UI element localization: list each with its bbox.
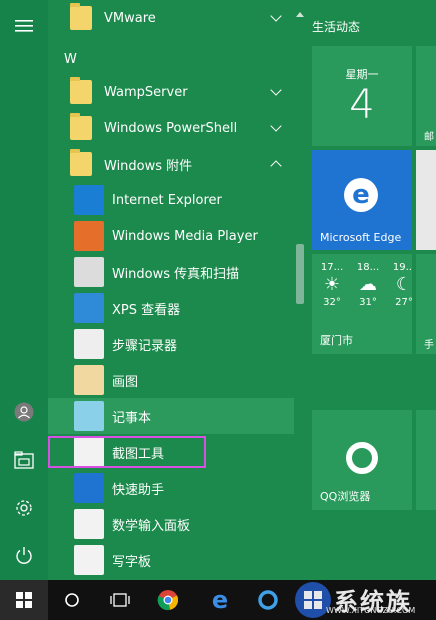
app-item-label: 快速助手 xyxy=(112,482,165,498)
partial-tile-2[interactable] xyxy=(416,410,436,510)
weather-date: 18... xyxy=(356,262,380,273)
weather-day: 17... ☀ 32° xyxy=(318,262,346,308)
app-list: VMware W WampServer Windows PowerShell W… xyxy=(48,0,300,580)
moon-icon: ☾ xyxy=(395,274,412,295)
start-button-icon[interactable] xyxy=(0,580,48,620)
edge-tile[interactable]: e Microsoft Edge xyxy=(312,150,412,250)
app-item-accessories[interactable]: Windows 附件 xyxy=(48,146,294,182)
app-item-label: 记事本 xyxy=(112,410,152,426)
section-letter-header[interactable]: W xyxy=(64,52,77,67)
app-item[interactable]: 数学输入面板 xyxy=(48,506,294,542)
weather-date: 17... xyxy=(320,262,344,273)
math-input-icon xyxy=(74,509,104,539)
weather-tile[interactable]: 17...☀ 32° 18...☁ 31° 19...☾ 27° 厦门市 xyxy=(312,254,412,354)
sun-icon: ☀ xyxy=(323,274,341,295)
calendar-tile[interactable]: 星期一 4 xyxy=(312,46,412,146)
quick-assist-icon xyxy=(74,473,104,503)
app-preview-tile[interactable] xyxy=(416,150,436,250)
app-item[interactable]: 快速助手 xyxy=(48,470,294,506)
xps-viewer-icon xyxy=(74,293,104,323)
weather-temp: 32° xyxy=(323,297,341,308)
steps-recorder-icon xyxy=(74,329,104,359)
task-view-icon[interactable] xyxy=(96,580,144,620)
folder-icon xyxy=(66,77,96,107)
notepad-icon xyxy=(74,401,104,431)
scroll-up-arrow-icon[interactable] xyxy=(296,4,304,17)
watermark-subtext: WWW.XITONGZU.COM xyxy=(326,606,416,615)
paint-icon xyxy=(74,365,104,395)
chrome-icon[interactable] xyxy=(144,580,192,620)
hamburger-menu-icon[interactable] xyxy=(0,4,48,48)
chevron-down-icon xyxy=(270,10,282,22)
start-rail xyxy=(0,0,48,580)
app-item-label: Windows 传真和扫描 xyxy=(112,266,240,282)
app-item-label: XPS 查看器 xyxy=(112,302,181,318)
start-menu: VMware W WampServer Windows PowerShell W… xyxy=(0,0,436,620)
app-item-label: 画图 xyxy=(112,374,139,390)
settings-gear-icon[interactable] xyxy=(0,486,48,530)
app-item[interactable]: XPS 查看器 xyxy=(48,290,294,326)
folder-icon xyxy=(66,149,96,179)
weather-temp: 31° xyxy=(359,297,377,308)
app-item[interactable]: Internet Explorer xyxy=(48,182,294,218)
folder-icon xyxy=(66,3,96,33)
qq-browser-tile[interactable]: QQ浏览器 xyxy=(312,410,412,510)
app-item-wampserver[interactable]: WampServer xyxy=(48,74,294,110)
snipping-tool-icon xyxy=(74,437,104,467)
app-item-label: Windows Media Player xyxy=(112,228,258,244)
weather-city: 厦门市 xyxy=(320,334,353,347)
weather-day: 18... ☁ 31° xyxy=(354,262,382,308)
calendar-date: 4 xyxy=(349,82,375,128)
app-item-label: 写字板 xyxy=(112,554,152,570)
folder-icon xyxy=(66,113,96,143)
partial-tile-label: 手 xyxy=(424,340,434,351)
qq-browser-icon[interactable] xyxy=(244,580,292,620)
media-player-icon xyxy=(74,221,104,251)
app-item[interactable]: 步骤记录器 xyxy=(48,326,294,362)
chevron-down-icon xyxy=(270,84,282,96)
app-item-label: Windows 附件 xyxy=(104,158,193,174)
app-item-label: VMware xyxy=(104,10,156,26)
cloud-icon: ☁ xyxy=(359,274,377,295)
tile-group-title[interactable]: 生活动态 xyxy=(312,18,360,35)
mail-tile-label: 邮 xyxy=(424,132,434,143)
scrollbar-thumb[interactable] xyxy=(296,244,304,304)
edge-icon[interactable]: e xyxy=(196,580,244,620)
app-item-vmware[interactable]: VMware xyxy=(48,0,294,36)
app-item-label: Internet Explorer xyxy=(112,192,222,208)
partial-tile[interactable]: 手 xyxy=(416,254,436,354)
app-item-label: 截图工具 xyxy=(112,446,165,462)
fax-scan-icon xyxy=(74,257,104,287)
app-item[interactable]: 画图 xyxy=(48,362,294,398)
app-item-label: WampServer xyxy=(104,84,188,100)
weather-forecast: 17...☀ 32° 18...☁ 31° 19...☾ 27° xyxy=(318,262,412,308)
calendar-day: 星期一 xyxy=(345,68,379,81)
weather-date: 19... xyxy=(392,262,412,273)
edge-logo-icon: e xyxy=(344,178,378,212)
qq-browser-logo-icon xyxy=(346,442,378,474)
cortana-search-icon[interactable] xyxy=(48,580,96,620)
app-item-label: 步骤记录器 xyxy=(112,338,178,354)
app-item[interactable]: 写字板 xyxy=(48,542,294,578)
file-explorer-icon[interactable] xyxy=(0,438,48,482)
app-item[interactable]: 记事本 xyxy=(48,398,294,434)
app-item-label: 数学输入面板 xyxy=(112,518,191,534)
mail-tile[interactable]: 邮 xyxy=(416,46,436,146)
weather-temp: 27° xyxy=(395,297,412,308)
chevron-up-icon xyxy=(270,160,282,172)
app-item[interactable]: 截图工具 xyxy=(48,434,294,470)
qq-browser-tile-label: QQ浏览器 xyxy=(320,490,371,503)
edge-tile-label: Microsoft Edge xyxy=(320,231,402,244)
app-item[interactable]: Windows 传真和扫描 xyxy=(48,254,294,290)
weather-day: 19...☾ 27° xyxy=(390,262,412,308)
wordpad-icon xyxy=(74,545,104,575)
user-avatar-icon[interactable] xyxy=(0,390,48,434)
chevron-down-icon xyxy=(270,120,282,132)
power-icon[interactable] xyxy=(0,534,48,578)
app-item[interactable]: Windows Media Player xyxy=(48,218,294,254)
app-item-label: Windows PowerShell xyxy=(104,120,238,136)
ie-icon xyxy=(74,185,104,215)
app-item-powershell[interactable]: Windows PowerShell xyxy=(48,110,294,146)
